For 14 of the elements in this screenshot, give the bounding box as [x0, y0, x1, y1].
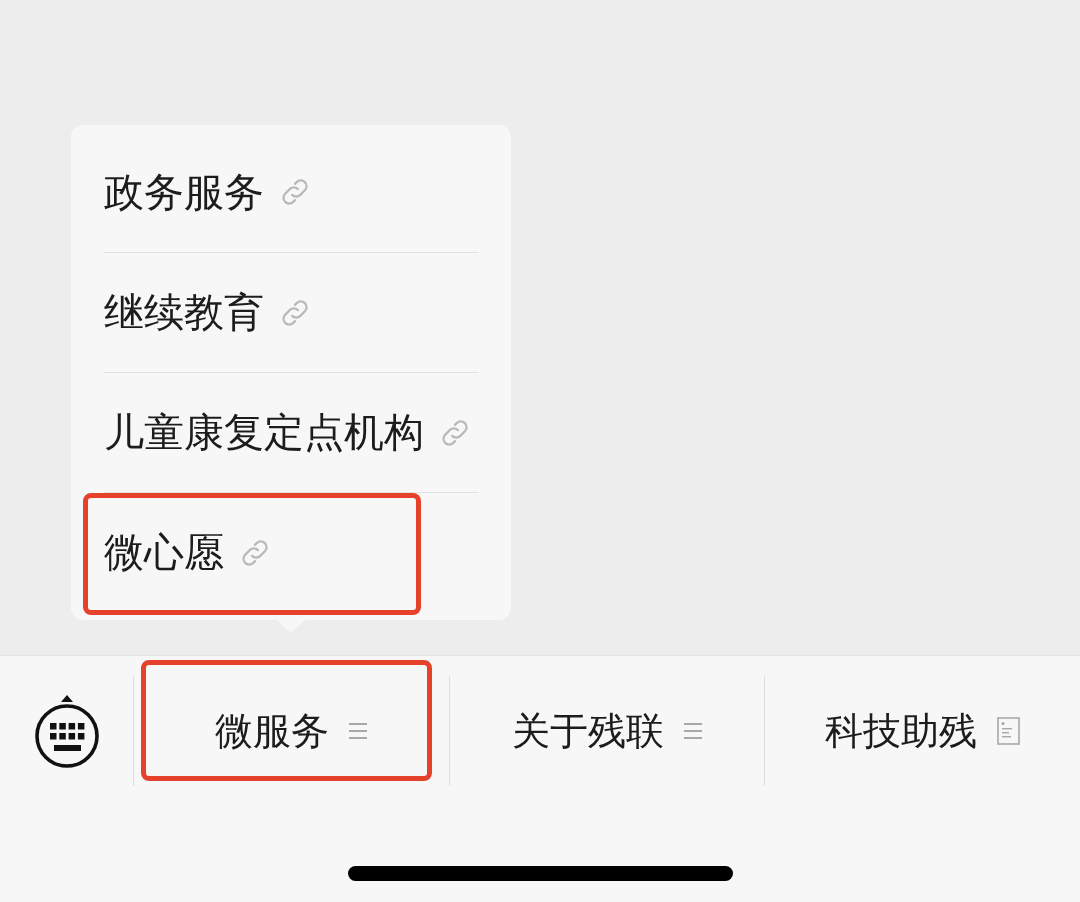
menu-item[interactable]: 儿童康复定点机构 [103, 372, 479, 492]
menu-icon [684, 723, 702, 739]
link-icon [281, 179, 308, 205]
tab[interactable]: 科技助残 [764, 676, 1080, 786]
tab[interactable]: 关于残联 [448, 676, 765, 786]
link-icon [241, 539, 268, 566]
document-icon [997, 717, 1021, 745]
menu-item[interactable]: 政务服务 [103, 132, 479, 252]
link-icon [281, 299, 308, 326]
tab[interactable]: 微服务 [133, 676, 449, 786]
menu-item[interactable]: 继续教育 [103, 252, 479, 372]
menu-icon [349, 723, 368, 739]
menu-item[interactable]: 微心愿 [103, 492, 479, 612]
link-icon [441, 419, 468, 446]
